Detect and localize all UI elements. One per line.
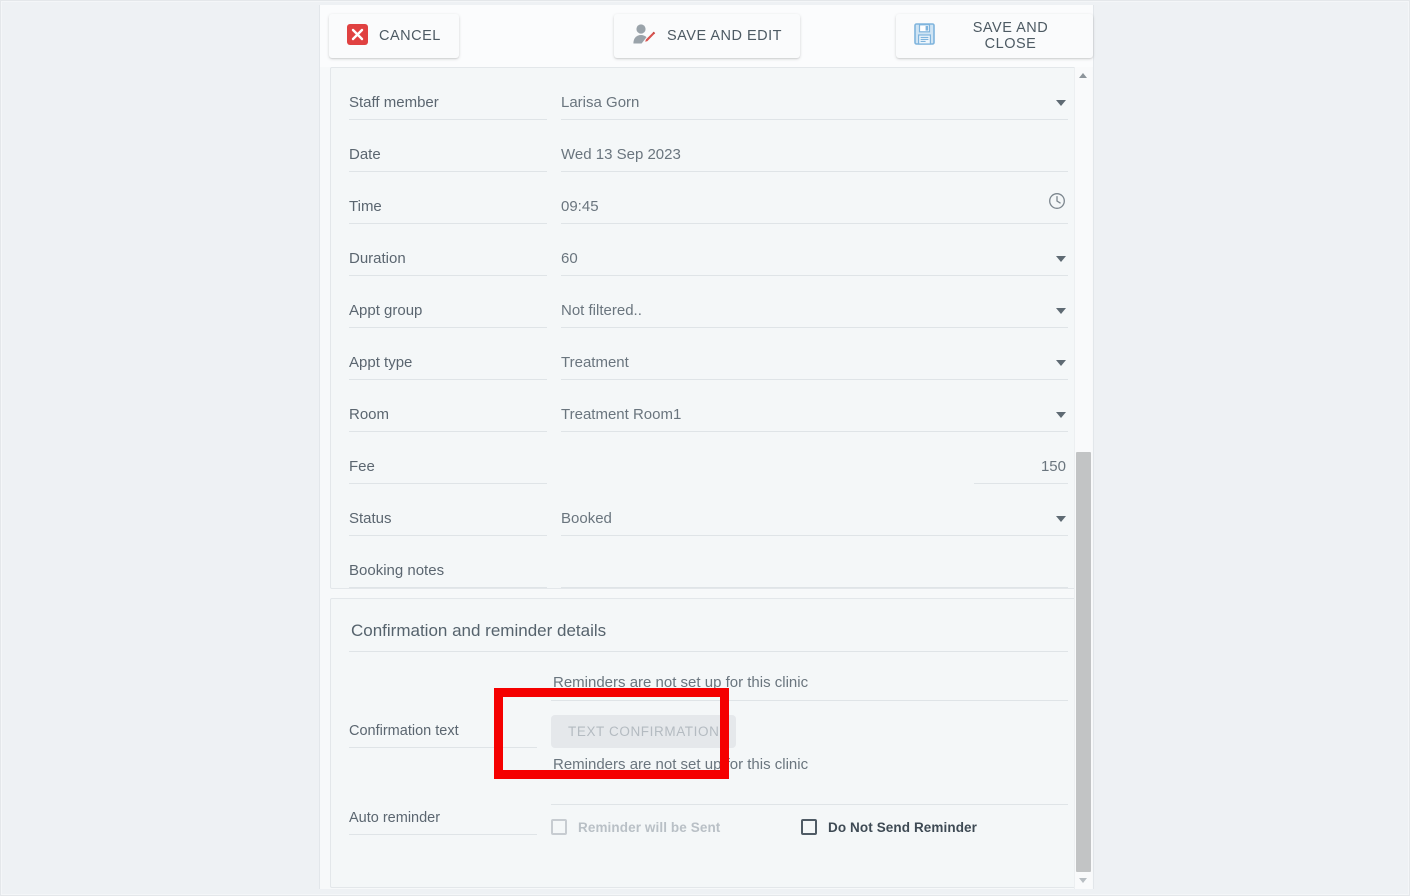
duration-select[interactable]: 60 xyxy=(561,250,1068,276)
date-input[interactable]: Wed 13 Sep 2023 xyxy=(561,146,1068,172)
chevron-down-icon xyxy=(1079,878,1087,883)
status-value: Booked xyxy=(561,510,612,527)
scroll-down-button[interactable] xyxy=(1074,872,1092,889)
label-room: Room xyxy=(349,406,547,432)
section-title-confirmation: Confirmation and reminder details xyxy=(349,599,1068,652)
checkbox-reminder-will-be-sent[interactable]: Reminder will be Sent xyxy=(551,819,801,835)
checkbox-do-not-send-reminder[interactable]: Do Not Send Reminder xyxy=(801,819,977,835)
checkbox-icon[interactable] xyxy=(801,819,817,835)
time-value: 09:45 xyxy=(561,198,599,215)
confirmation-text-field: Reminders are not set up for this clinic… xyxy=(551,674,1068,748)
chevron-down-icon xyxy=(1056,256,1066,262)
label-booking-notes: Booking notes xyxy=(349,562,547,588)
appointment-dialog: CANCEL SAVE AND EDIT SAVE AND CLOSE Staf… xyxy=(319,5,1094,889)
user-edit-icon xyxy=(632,23,656,49)
appt-type-select[interactable]: Treatment xyxy=(561,354,1068,380)
chevron-down-icon xyxy=(1056,100,1066,106)
field-row-time: Time 09:45 xyxy=(349,172,1068,224)
field-row-fee: Fee 150 xyxy=(349,432,1068,484)
field-row-date: Date Wed 13 Sep 2023 xyxy=(349,120,1068,172)
field-row-appt-group: Appt group Not filtered.. xyxy=(349,276,1068,328)
staff-member-select[interactable]: Larisa Gorn xyxy=(561,94,1068,120)
confirmation-reminder-card: Confirmation and reminder details Confir… xyxy=(330,598,1087,888)
reminder-checkbox-row: Reminder will be Sent Do Not Send Remind… xyxy=(551,805,1068,835)
auto-reminder-field: Reminders are not set up for this clinic… xyxy=(551,756,1068,835)
field-row-auto-reminder: Auto reminder Reminders are not set up f… xyxy=(349,756,1068,835)
scrollbar-thumb[interactable] xyxy=(1075,452,1091,872)
label-auto-reminder: Auto reminder xyxy=(349,809,537,835)
label-staff-member: Staff member xyxy=(349,94,547,120)
clock-icon[interactable] xyxy=(1048,192,1066,215)
scroll-up-button[interactable] xyxy=(1074,67,1092,84)
field-row-duration: Duration 60 xyxy=(349,224,1068,276)
status-select[interactable]: Booked xyxy=(561,510,1068,536)
label-date: Date xyxy=(349,146,547,172)
field-row-booking-notes: Booking notes xyxy=(349,536,1068,588)
confirmation-note: Reminders are not set up for this clinic xyxy=(553,674,809,691)
checkbox-label: Reminder will be Sent xyxy=(578,819,721,835)
chevron-down-icon xyxy=(1056,412,1066,418)
staff-member-value: Larisa Gorn xyxy=(561,94,640,111)
label-status: Status xyxy=(349,510,547,536)
label-appt-group: Appt group xyxy=(349,302,547,328)
checkbox-icon[interactable] xyxy=(551,819,567,835)
save-and-close-button[interactable]: SAVE AND CLOSE xyxy=(896,14,1093,58)
cancel-button[interactable]: CANCEL xyxy=(329,14,459,58)
appt-type-value: Treatment xyxy=(561,354,629,371)
room-value: Treatment Room1 xyxy=(561,406,682,423)
field-row-staff-member: Staff member Larisa Gorn xyxy=(349,68,1068,120)
checkbox-label: Do Not Send Reminder xyxy=(828,819,978,835)
chevron-down-icon xyxy=(1056,308,1066,314)
auto-reminder-note: Reminders are not set up for this clinic xyxy=(553,756,809,773)
scrollbar-track[interactable] xyxy=(1074,84,1092,872)
dialog-toolbar: CANCEL SAVE AND EDIT SAVE AND CLOSE xyxy=(320,5,1093,67)
save-and-edit-button[interactable]: SAVE AND EDIT xyxy=(614,14,801,58)
label-appt-type: Appt type xyxy=(349,354,547,380)
duration-value: 60 xyxy=(561,250,578,267)
time-input[interactable]: 09:45 xyxy=(561,192,1068,224)
label-confirmation-text: Confirmation text xyxy=(349,722,537,748)
text-confirmation-button[interactable]: TEXT CONFIRMATION xyxy=(551,715,737,748)
field-row-appt-type: Appt type Treatment xyxy=(349,328,1068,380)
label-duration: Duration xyxy=(349,250,547,276)
label-fee: Fee xyxy=(349,458,547,484)
appt-group-value: Not filtered.. xyxy=(561,302,642,319)
chevron-down-icon xyxy=(1056,516,1066,522)
room-select[interactable]: Treatment Room1 xyxy=(561,406,1068,432)
cancel-icon xyxy=(347,23,368,49)
field-row-status: Status Booked xyxy=(349,484,1068,536)
chevron-down-icon xyxy=(1056,360,1066,366)
date-value: Wed 13 Sep 2023 xyxy=(561,146,681,163)
appt-group-select[interactable]: Not filtered.. xyxy=(561,302,1068,328)
screen: CANCEL SAVE AND EDIT SAVE AND CLOSE Staf… xyxy=(0,0,1410,896)
scroll-content: Staff member Larisa Gorn Date Wed 13 Sep… xyxy=(320,67,1093,889)
label-time: Time xyxy=(349,198,547,224)
booking-notes-input[interactable] xyxy=(561,580,1068,588)
chevron-up-icon xyxy=(1079,73,1087,78)
floppy-disk-save-icon xyxy=(914,23,935,49)
save-and-edit-button-label: SAVE AND EDIT xyxy=(667,28,783,44)
field-row-confirmation-text: Confirmation text Reminders are not set … xyxy=(349,674,1068,748)
cancel-button-label: CANCEL xyxy=(379,28,441,44)
vertical-scrollbar[interactable] xyxy=(1074,67,1092,889)
dialog-body: Staff member Larisa Gorn Date Wed 13 Sep… xyxy=(320,67,1093,889)
field-row-room: Room Treatment Room1 xyxy=(349,380,1068,432)
save-and-close-button-label: SAVE AND CLOSE xyxy=(972,20,1049,52)
appointment-details-card: Staff member Larisa Gorn Date Wed 13 Sep… xyxy=(330,67,1087,589)
fee-input[interactable]: 150 xyxy=(974,458,1068,484)
